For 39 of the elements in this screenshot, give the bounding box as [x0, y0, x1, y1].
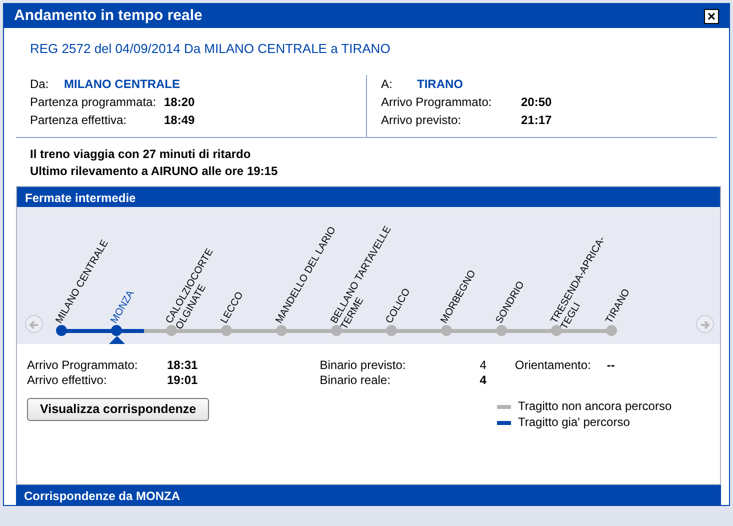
station-name: TIRANO [417, 76, 463, 91]
field-label: Orientamento: [514, 356, 592, 374]
show-connections-button[interactable]: Visualizza corrispondenze [27, 398, 210, 420]
field-label: Arrivo Programmato: [27, 356, 139, 374]
section-header: Fermate intermedie [17, 186, 720, 207]
field-label: Da: [30, 76, 50, 93]
field-value: 18:31 [167, 358, 198, 372]
time-value: 20:50 [521, 94, 552, 109]
field-label: A: [381, 76, 394, 93]
section-header: Corrispondenze da MONZA [16, 485, 721, 505]
right-arrow-icon [700, 320, 710, 330]
field-value: 4 [480, 358, 486, 372]
status-text: Il treno viaggia con 27 minuti di ritardo [30, 146, 252, 163]
legend-label: Tragitto non ancora percorso [518, 398, 672, 413]
time-value: 18:49 [164, 112, 195, 127]
field-value: -- [606, 358, 615, 372]
field-label: Arrivo Programmato: [381, 94, 493, 111]
time-value: 21:17 [521, 112, 552, 127]
close-button[interactable]: × [704, 8, 719, 24]
passed-line-swatch [497, 420, 511, 425]
scroll-left-button[interactable] [25, 314, 43, 333]
legend-label: Tragitto gia' percorso [518, 414, 630, 429]
field-value: 19:01 [167, 372, 198, 387]
pending-line-swatch [497, 404, 511, 409]
scroll-right-button[interactable] [696, 314, 714, 333]
field-label: Arrivo previsto: [381, 112, 462, 129]
field-label: Partenza programmata: [30, 94, 158, 111]
left-arrow-icon [29, 320, 39, 330]
field-label: Partenza effettiva: [30, 112, 128, 129]
dialog-title: Andamento in tempo reale [14, 6, 202, 26]
field-label: Binario reale: [320, 372, 392, 389]
field-label: Arrivo effettivo: [27, 372, 108, 389]
selected-stop-marker [109, 336, 125, 344]
time-value: 18:20 [164, 94, 195, 109]
train-heading: REG 2572 del 04/09/2014 Da MILANO CENTRALE a TIRANO [29, 40, 392, 58]
station-name: MILANO CENTRALE [64, 76, 180, 91]
field-value: 4 [480, 372, 486, 387]
status-text: Ultimo rilevamento a AIRUNO alle ore 19:15 [30, 162, 279, 180]
field-label: Binario previsto: [320, 356, 407, 374]
